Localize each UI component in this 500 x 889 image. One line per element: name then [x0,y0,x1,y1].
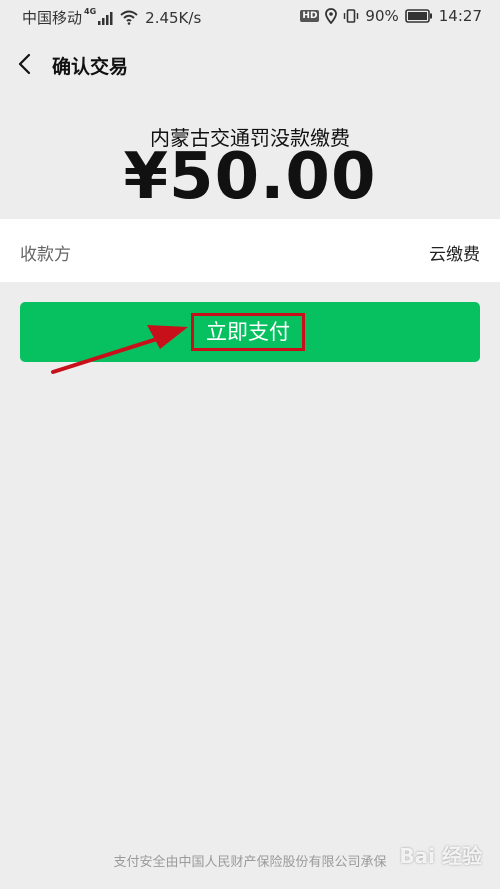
footer-insurance-text: 支付安全由中国人民财产保险股份有限公司承保 [113,855,387,870]
hd-badge: HD [300,10,320,22]
network-type: 4G [84,7,97,16]
network-speed: 2.45K/s [145,8,202,27]
payment-amount: ¥50.00 [123,140,377,214]
carrier-name: 中国移动 [22,9,83,27]
page-title: 确认交易 [52,56,129,78]
clock: 14:27 [438,7,482,25]
payee-label: 收款方 [20,245,71,265]
status-bar: 中国移动 4G 2.45K/s HD 90% 14:27 [0,0,500,34]
location-icon [325,8,338,24]
battery-percent: 90% [365,7,399,25]
payee-value: 云缴费 [429,245,480,265]
status-left: 中国移动 4G 2.45K/s [22,7,201,28]
status-right: HD 90% 14:27 [294,7,482,25]
nav-bar: 确认交易 [0,34,500,94]
back-icon[interactable] [10,48,42,80]
payee-row: 收款方 云缴费 [0,219,500,282]
signal-icon [98,11,113,25]
vibrate-icon [344,9,359,23]
wifi-icon [120,10,138,25]
pay-now-button[interactable] [20,302,480,362]
battery-icon [404,9,432,23]
